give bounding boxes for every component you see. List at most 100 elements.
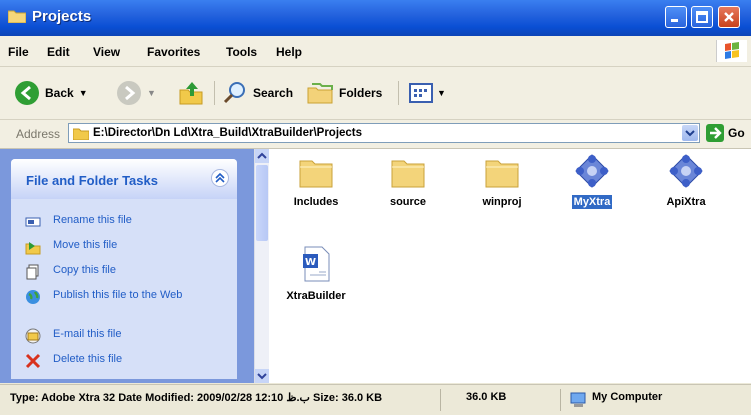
go-button[interactable]: Go (706, 124, 745, 142)
scroll-thumb[interactable] (256, 165, 268, 241)
collapse-button[interactable] (211, 169, 229, 187)
task-label: Publish this file to the Web (53, 289, 183, 301)
rename-icon (25, 217, 41, 227)
folder-icon (391, 160, 425, 188)
file-item-winproj[interactable]: winproj (462, 155, 542, 209)
chevron-down-icon (257, 373, 267, 380)
copy-task[interactable]: Copy this file (21, 261, 231, 285)
task-pane-scrollbar[interactable] (254, 149, 269, 383)
folders-icon (307, 83, 333, 104)
windows-logo (716, 40, 747, 62)
up-folder-icon (179, 82, 203, 105)
scroll-up-button[interactable] (255, 149, 269, 163)
status-zone: My Computer (592, 391, 663, 403)
chevron-down-icon (685, 130, 695, 137)
svg-text:W: W (305, 257, 316, 268)
menu-help[interactable]: Help (276, 45, 302, 59)
xtra-plugin-icon (669, 154, 703, 188)
email-task[interactable]: E-mail this file (21, 325, 231, 349)
back-dropdown-icon[interactable]: ▼ (79, 88, 88, 98)
close-button[interactable] (718, 6, 740, 28)
views-button[interactable]: ▼ (408, 79, 446, 107)
forward-dropdown-icon[interactable]: ▼ (147, 88, 156, 98)
minimize-icon (671, 19, 678, 22)
move-task[interactable]: Move this file (21, 236, 231, 260)
go-label: Go (728, 126, 745, 140)
chevron-up-icon (215, 172, 225, 183)
file-name: winproj (482, 196, 522, 208)
menu-favorites[interactable]: Favorites (147, 45, 200, 59)
folders-label: Folders (339, 86, 383, 100)
content-area: File and Folder Tasks Rename this file M… (0, 149, 751, 383)
go-arrow-icon (706, 124, 724, 142)
status-size: 36.0 KB (466, 391, 507, 403)
my-computer-icon (570, 392, 586, 407)
folder-icon (299, 160, 333, 188)
address-label: Address (16, 127, 61, 141)
menu-file[interactable]: File (8, 45, 29, 59)
file-item-myxtra[interactable]: MyXtra (552, 153, 632, 209)
up-folder-button[interactable] (178, 79, 206, 107)
minimize-button[interactable] (665, 6, 687, 28)
back-button[interactable]: Back ▼ (14, 79, 88, 107)
menu-bar: File Edit View Favorites Tools Help (0, 36, 751, 67)
rename-task[interactable]: Rename this file (21, 211, 231, 235)
folder-icon (73, 128, 89, 140)
address-path: E:\Director\Dn Ld\Xtra_Build\XtraBuilder… (93, 127, 363, 139)
task-label: Delete this file (53, 353, 123, 365)
menu-edit[interactable]: Edit (47, 45, 70, 59)
copy-icon (26, 264, 39, 280)
back-arrow-icon (15, 81, 39, 105)
status-divider (560, 389, 561, 411)
windows-flag-icon (725, 42, 739, 59)
search-label: Search (253, 86, 294, 100)
toolbar: Back ▼ ▼ Search Folders ▼ (0, 67, 751, 120)
delete-icon (25, 353, 41, 369)
forward-arrow-icon (117, 81, 141, 105)
move-icon (25, 242, 41, 255)
delete-task[interactable]: Delete this file (21, 350, 231, 374)
maximize-button[interactable] (691, 6, 713, 28)
file-item-apixtra[interactable]: ApiXtra (646, 153, 726, 209)
status-divider (440, 389, 441, 411)
file-name: source (389, 196, 427, 208)
search-button[interactable]: Search (222, 79, 293, 107)
window-title: Projects (32, 8, 92, 25)
email-icon (25, 328, 41, 344)
file-name: Includes (293, 196, 339, 208)
address-input[interactable]: E:\Director\Dn Ld\Xtra_Build\XtraBuilder… (68, 123, 700, 143)
file-name: MyXtra (571, 195, 613, 209)
folder-icon (8, 10, 26, 23)
file-item-source[interactable]: source (368, 155, 448, 209)
folder-icon (485, 160, 519, 188)
back-label: Back (45, 86, 74, 100)
explorer-window: Projects File Edit View Favorites Tools … (0, 0, 751, 415)
menu-tools[interactable]: Tools (226, 45, 257, 59)
search-icon (223, 82, 245, 104)
folders-button[interactable]: Folders (306, 79, 382, 107)
word-document-icon: W (303, 246, 330, 282)
xtra-plugin-icon (575, 154, 609, 188)
views-dropdown-icon[interactable]: ▼ (437, 88, 446, 98)
status-info: Type: Adobe Xtra 32 Date Modified: 2009/… (10, 392, 383, 404)
file-item-includes[interactable]: Includes (276, 155, 356, 209)
file-folder-tasks-panel: File and Folder Tasks Rename this file M… (11, 159, 237, 379)
task-label: E-mail this file (53, 328, 122, 340)
task-list: Rename this file Move this file Copy thi… (21, 211, 231, 375)
close-icon (724, 12, 734, 22)
forward-button[interactable]: ▼ (116, 79, 156, 107)
address-dropdown-button[interactable] (682, 125, 698, 141)
publish-task[interactable]: Publish this file to the Web (21, 286, 231, 324)
status-bar: Type: Adobe Xtra 32 Date Modified: 2009/… (0, 384, 751, 415)
task-label: Rename this file (53, 214, 132, 226)
task-label: Move this file (53, 239, 118, 251)
toolbar-separator (398, 81, 399, 105)
scroll-down-button[interactable] (255, 369, 269, 383)
toolbar-separator (214, 81, 215, 105)
menu-view[interactable]: View (93, 45, 120, 59)
file-name: ApiXtra (666, 196, 706, 208)
title-bar[interactable]: Projects (0, 0, 751, 36)
file-item-xtrabuilder[interactable]: W XtraBuilder (276, 245, 356, 303)
task-panel-header[interactable]: File and Folder Tasks (11, 159, 237, 199)
task-label: Copy this file (53, 264, 116, 276)
